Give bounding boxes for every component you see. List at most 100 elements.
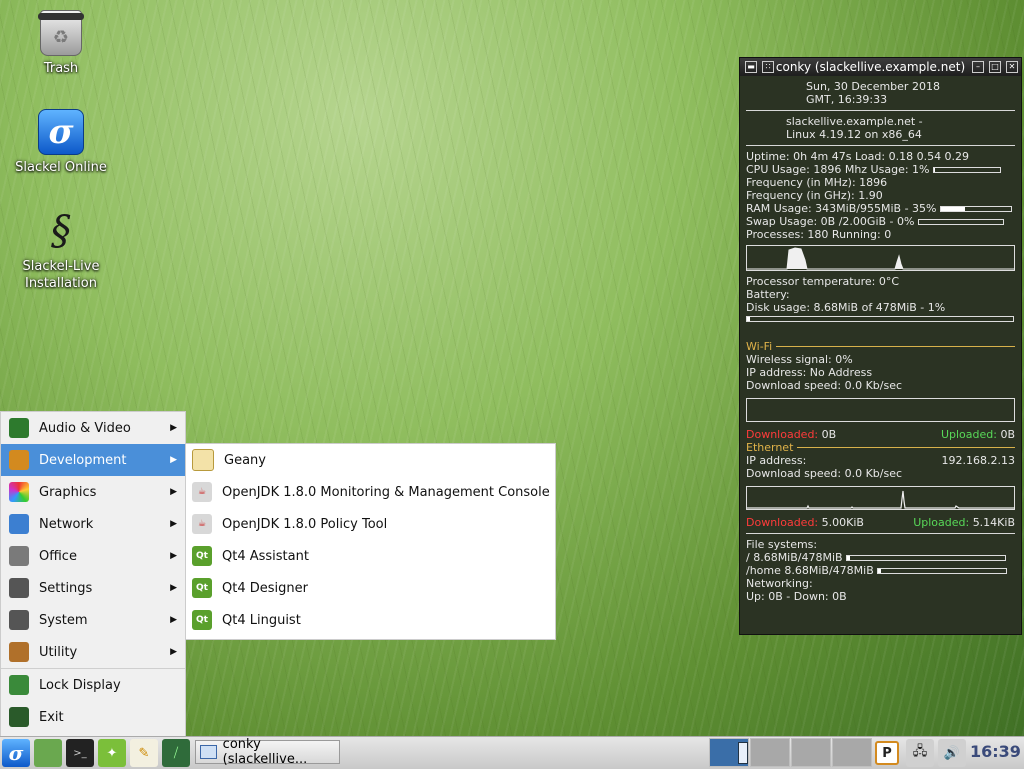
submenu-item-label: OpenJDK 1.8.0 Monitoring & Management Co…	[222, 484, 550, 500]
system-icon	[9, 610, 29, 630]
desktop-icon-trash[interactable]: ♻ Trash	[13, 10, 109, 77]
clock[interactable]: 16:39	[970, 742, 1021, 761]
audio-video-icon	[9, 418, 29, 438]
conky-cpu-usage: CPU Usage: 1896 Mhz Usage: 1%	[746, 163, 1015, 176]
menu-item-exit[interactable]: Exit	[1, 701, 185, 733]
conky-window: ▬ ∷ conky (slackellive.example.net) – □ …	[739, 57, 1022, 635]
submenu-item-openjdk-policy-tool[interactable]: ☕ OpenJDK 1.8.0 Policy Tool	[186, 508, 555, 540]
workspace-3[interactable]	[791, 738, 831, 767]
submenu-item-label: Geany	[224, 452, 266, 468]
cpu-usage-text: CPU Usage: 1896 Mhz Usage: 1%	[746, 163, 930, 176]
conky-freq-ghz: Frequency (in GHz): 1.90	[746, 189, 883, 202]
wifi-totals: Downloaded: 0B Uploaded: 0B	[746, 428, 1015, 441]
application-menu: Audio & Video ▶ Development ▶ Graphics ▶ Ne…	[0, 411, 186, 738]
volume-icon[interactable]: 🔊	[938, 739, 966, 767]
wifi-download-speed: Download speed: 0.0 Kb/sec	[746, 379, 903, 392]
menu-item-development[interactable]: Development ▶	[1, 444, 185, 476]
development-icon	[9, 450, 29, 470]
menu-item-office[interactable]: Office ▶	[1, 540, 185, 572]
submenu-item-qt4-designer[interactable]: Qt Qt4 Designer	[186, 572, 555, 604]
wifi-header-text: Wi-Fi	[746, 340, 773, 353]
system-monitor-icon[interactable]: ⧸	[162, 739, 190, 767]
menu-item-network[interactable]: Network ▶	[1, 508, 185, 540]
minimize-icon[interactable]: –	[972, 61, 984, 73]
workspace-1[interactable]	[709, 738, 749, 767]
conky-battery: Battery:	[746, 288, 790, 301]
cpu-bar-fill	[934, 168, 935, 172]
menu-item-graphics[interactable]: Graphics ▶	[1, 476, 185, 508]
fs-root-text: / 8.68MiB/478MiB	[746, 551, 843, 564]
ethernet-ip-label: IP address:	[746, 454, 807, 467]
menu-item-lock-display[interactable]: Lock Display	[1, 669, 185, 701]
menu-item-audio-video[interactable]: Audio & Video ▶	[1, 412, 185, 444]
chevron-right-icon: ▶	[170, 551, 177, 561]
fs-root: / 8.68MiB/478MiB	[746, 551, 1015, 564]
menu-item-label: Office	[39, 548, 77, 564]
swap-usage-bar	[917, 219, 1004, 225]
networking-updown: Up: 0B - Down: 0B	[746, 590, 847, 603]
ram-usage-text: RAM Usage: 343MiB/955MiB - 35%	[746, 202, 937, 215]
submenu-item-openjdk-monitoring[interactable]: ☕ OpenJDK 1.8.0 Monitoring & Management C…	[186, 476, 555, 508]
desktop-icon-label: Trash	[43, 61, 79, 76]
menu-item-utility[interactable]: Utility ▶	[1, 636, 185, 668]
geany-icon	[192, 449, 214, 471]
wifi-uploaded-value: 0B	[1000, 428, 1015, 441]
sticky-icon[interactable]: ∷	[762, 61, 774, 73]
ethernet-uploaded-value: 5.14KiB	[972, 516, 1015, 529]
ethernet-graph-svg	[747, 490, 1015, 509]
network-icon	[9, 514, 29, 534]
settings-icon	[9, 578, 29, 598]
menu-item-label: Graphics	[39, 484, 97, 500]
conky-disk-usage: Disk usage: 8.68MiB of 478MiB - 1%	[746, 301, 946, 314]
home-folder-icon[interactable]	[34, 739, 62, 767]
fs-home: /home 8.68MiB/478MiB	[746, 564, 1015, 577]
conky-freq-mhz: Frequency (in MHz): 1896	[746, 176, 888, 189]
ram-bar-fill	[940, 207, 966, 211]
menu-item-settings[interactable]: Settings ▶	[1, 572, 185, 604]
conky-ram-usage: RAM Usage: 343MiB/955MiB - 35%	[746, 202, 1015, 215]
chevron-right-icon: ▶	[170, 615, 177, 625]
submenu-item-qt4-assistant[interactable]: Qt Qt4 Assistant	[186, 540, 555, 572]
wifi-uploaded-label: Uploaded:	[940, 428, 997, 441]
swap-usage-text: Swap Usage: 0B /2.00GiB - 0%	[746, 215, 915, 228]
menu-item-label: Audio & Video	[39, 420, 131, 436]
java-icon: ☕	[192, 514, 212, 534]
text-editor-icon[interactable]: ✎	[130, 739, 158, 767]
divider	[746, 145, 1015, 146]
terminal-icon[interactable]: >_	[66, 739, 94, 767]
start-menu-icon[interactable]: σ	[2, 739, 30, 767]
workspace-window-preview	[738, 742, 748, 764]
desktop-icon-slackel-live-installation[interactable]: § Slackel-Live Installation	[13, 208, 109, 292]
cpu-graph-svg	[747, 247, 1015, 270]
close-icon[interactable]: ✕	[1006, 61, 1018, 73]
submenu-item-qt4-linguist[interactable]: Qt Qt4 Linguist	[186, 604, 555, 636]
task-label: conky (slackellive...	[222, 737, 308, 767]
lock-display-icon	[9, 675, 29, 695]
divider	[797, 447, 1015, 448]
conky-time: GMT, 16:39:33	[806, 93, 888, 106]
submenu-item-geany[interactable]: Geany	[186, 444, 555, 476]
ethernet-download-speed: Download speed: 0.0 Kb/sec	[746, 467, 903, 480]
office-icon	[9, 546, 29, 566]
menu-item-label: Development	[39, 452, 127, 468]
window-menu-icon[interactable]: ▬	[745, 61, 757, 73]
workspace-4[interactable]	[832, 738, 872, 767]
maximize-icon[interactable]: □	[989, 61, 1001, 73]
fs-home-text: /home 8.68MiB/478MiB	[746, 564, 874, 577]
conky-titlebar[interactable]: ▬ ∷ conky (slackellive.example.net) – □ …	[740, 58, 1021, 76]
conky-hostname: slackellive.example.net -	[786, 115, 923, 128]
menu-item-label: Utility	[39, 644, 78, 660]
wifi-graph	[746, 398, 1015, 422]
slackel-logo-icon: σ	[38, 109, 84, 155]
chevron-right-icon: ▶	[170, 455, 177, 465]
taskbar-task-conky[interactable]: conky (slackellive...	[195, 737, 340, 767]
graphics-icon	[9, 482, 29, 502]
fs-root-bar-fill	[847, 556, 850, 560]
workspace-2[interactable]	[750, 738, 790, 767]
desktop-icon-slackel-online[interactable]: σ Slackel Online	[13, 109, 109, 176]
parcellite-icon[interactable]: P	[875, 741, 899, 765]
menu-item-system[interactable]: System ▶	[1, 604, 185, 636]
conky-processes: Processes: 180 Running: 0	[746, 228, 892, 241]
network-connection-icon[interactable]: 🖧	[906, 739, 934, 767]
web-browser-icon[interactable]: ✦	[98, 739, 126, 767]
